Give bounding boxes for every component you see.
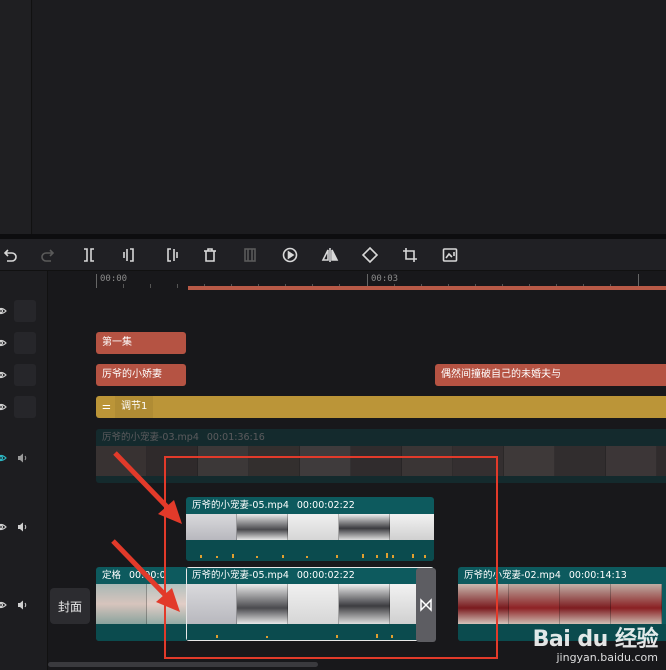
ruler-label: 00:00 [100,274,128,284]
lock-toggle[interactable] [14,364,36,386]
eye-icon[interactable] [0,368,8,382]
preview-player [33,0,666,234]
watermark-logo: Bai du 经验 [532,627,659,652]
eye-icon[interactable] [0,451,8,465]
export-range-bar[interactable] [188,286,666,290]
watermark: Bai du 经验 jingyan.baidu.com [532,621,659,664]
freeze-time: 00:00:0 [129,570,166,581]
eye-icon[interactable] [0,520,8,534]
adjust-sliders-icon: ⚌ [102,401,111,412]
split-right-icon[interactable] [161,245,181,265]
freeze-frame-icon[interactable] [240,245,260,265]
redo-icon[interactable] [38,245,58,265]
selected-video-clip[interactable]: 厉爷的小宠妻-05.mp4 00:00:02:22 [186,567,434,641]
horizontal-scrollbar[interactable] [48,662,318,667]
eye-icon[interactable] [0,400,8,414]
volume-icon[interactable] [16,451,30,465]
cover-button[interactable]: 封面 [50,588,90,624]
clip-duration: 00:00:14:13 [568,570,627,581]
mirror-icon[interactable] [320,245,340,265]
eye-icon[interactable] [0,598,8,612]
undo-icon[interactable] [0,245,20,265]
lock-toggle[interactable] [14,332,36,354]
eye-icon[interactable] [0,336,8,350]
rotate-icon[interactable] [360,245,380,265]
eye-icon[interactable] [0,304,8,318]
split-left-icon[interactable] [120,245,140,265]
crop-icon[interactable] [400,245,420,265]
clip-name: 厉爷的小宠妻-02.mp4 [464,570,561,581]
lock-toggle[interactable] [14,396,36,418]
split-icon[interactable] [79,245,99,265]
clip-name: 厉爷的小宠妻-03.mp4 [102,432,199,443]
text-clip[interactable]: 厉爷的小娇妻 [96,364,186,386]
adjust-clip-label: 调节1 [114,396,154,418]
lock-toggle[interactable] [14,300,36,322]
ghost-video-clip: 厉爷的小宠妻-03.mp4 00:01:36:16 [96,429,666,483]
track-headers [0,271,48,670]
clip-name: 厉爷的小宠妻-05.mp4 [192,500,289,511]
clip-duration: 00:01:36:16 [206,432,265,443]
delete-icon[interactable] [200,245,220,265]
timeline-area[interactable]: 00:00 00:03 第一集 厉爷的小娇妻 偶然间撞破自己的未婚夫与 ⚌ 调节1… [48,271,666,670]
edit-toolbar [0,239,666,271]
play-speed-icon[interactable] [280,245,300,265]
text-clip[interactable]: 第一集 [96,332,186,354]
freeze-label: 定格 [102,570,122,581]
transition-button[interactable] [416,568,436,642]
freeze-frame-clip[interactable]: 定格 00:00:0 [96,567,188,641]
image-audio-icon[interactable] [440,245,460,265]
volume-icon[interactable] [16,598,30,612]
dragging-video-clip[interactable]: 厉爷的小宠妻-05.mp4 00:00:02:22 [186,497,434,561]
clip-duration: 00:00:02:22 [296,500,355,511]
adjust-clip[interactable]: ⚌ 调节1 [96,396,666,418]
text-clip[interactable]: 偶然间撞破自己的未婚夫与 [435,364,666,386]
preview-side-panel [0,0,32,234]
volume-icon[interactable] [16,520,30,534]
ruler-label: 00:03 [371,274,399,284]
